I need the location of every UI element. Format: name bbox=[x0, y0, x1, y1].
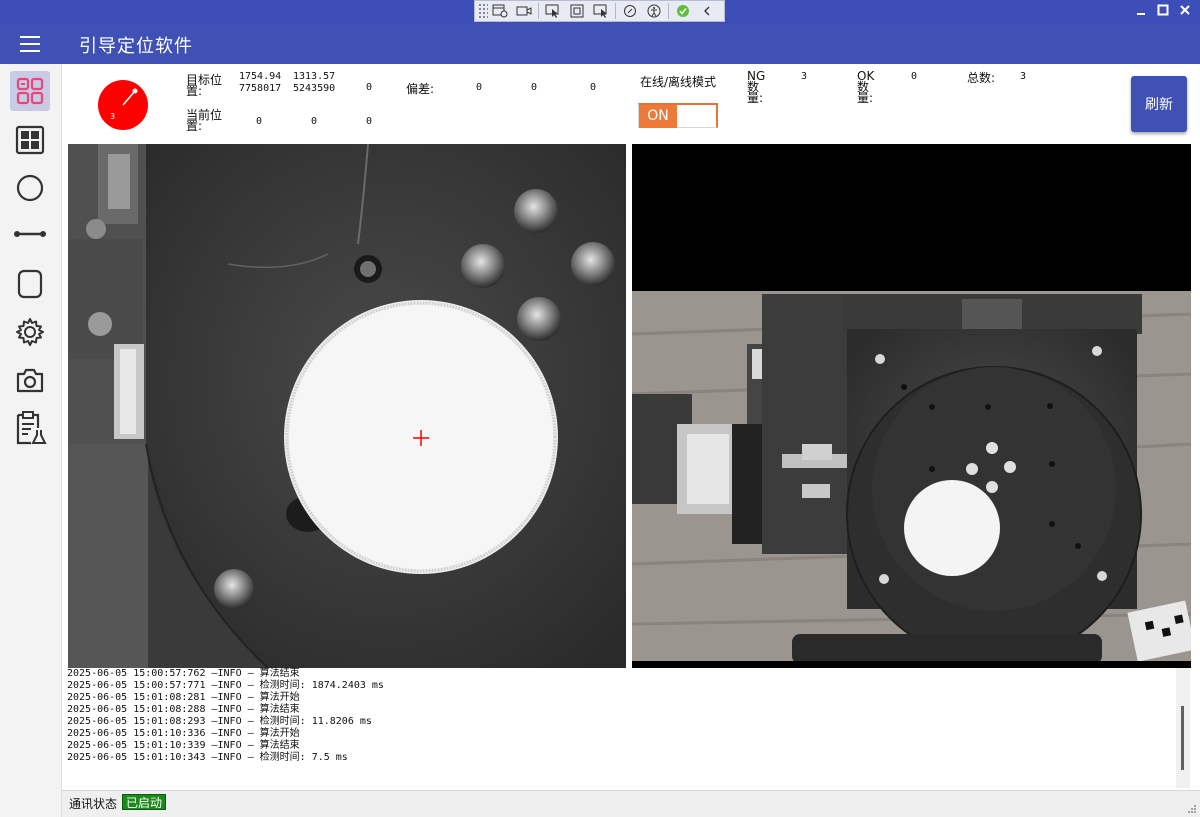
drag-grip-icon[interactable] bbox=[478, 3, 488, 19]
sidebar-item-grid[interactable] bbox=[10, 120, 50, 160]
close-icon[interactable] bbox=[1175, 3, 1195, 21]
minimize-icon[interactable] bbox=[1131, 3, 1151, 21]
log-line: 2025-06-05 15:00:57:771 —INFO — 检测时间: 18… bbox=[67, 680, 384, 691]
settings-window-icon[interactable] bbox=[488, 1, 512, 21]
current-label: 当前位置: bbox=[186, 108, 223, 133]
sidebar-item-settings[interactable] bbox=[10, 312, 50, 352]
deviation-label: 偏差: bbox=[406, 82, 435, 96]
target-y: 1313.57 5243590 bbox=[293, 71, 336, 94]
camera-image-left bbox=[68, 144, 626, 668]
deviation-x: 0 bbox=[476, 82, 483, 93]
sidebar-item-report[interactable] bbox=[10, 408, 50, 448]
target-z: 0 bbox=[366, 82, 373, 93]
toggle-on-label: ON bbox=[639, 105, 677, 128]
log-line: 2025-06-05 15:01:10:343 —INFO — 检测时间: 7.… bbox=[67, 752, 348, 763]
dashboard-icon bbox=[16, 77, 44, 105]
status-bar: 通讯状态 已启动 bbox=[62, 790, 1200, 817]
gear-icon bbox=[16, 318, 44, 346]
app-header: 引导定位软件 bbox=[0, 24, 1200, 64]
fit-window-icon[interactable] bbox=[565, 1, 589, 21]
sidebar-item-camera[interactable] bbox=[10, 360, 50, 400]
current-z: 0 bbox=[366, 116, 373, 127]
info-panel: 3 目标位置: 1754.94 7758017 1313.57 5243590 … bbox=[62, 64, 1200, 144]
camera-view-left[interactable] bbox=[68, 144, 626, 668]
camera-view-right[interactable] bbox=[632, 144, 1191, 668]
refresh-button[interactable]: 刷新 bbox=[1131, 76, 1187, 132]
menu-icon[interactable] bbox=[20, 36, 40, 52]
deviation-y: 0 bbox=[531, 82, 538, 93]
current-y: 0 bbox=[311, 116, 318, 127]
circle-icon bbox=[16, 174, 44, 202]
clipboard-icon bbox=[16, 411, 47, 445]
log-line: 2025-06-05 15:01:08:288 —INFO — 算法结束 bbox=[67, 704, 300, 715]
sidebar-item-line[interactable] bbox=[10, 214, 50, 254]
ok-count-label: OK数量: bbox=[857, 69, 875, 105]
log-scrollbar[interactable] bbox=[1176, 668, 1190, 788]
status-badge: 已启动 bbox=[122, 794, 167, 810]
log-panel[interactable]: 2025-06-05 15:00:57:762 —INFO — 算法结束 202… bbox=[62, 668, 1200, 790]
log-line: 2025-06-05 15:01:08:293 —INFO — 检测时间: 11… bbox=[67, 716, 372, 727]
connected-check-icon[interactable] bbox=[671, 1, 695, 21]
log-line: 2025-06-05 15:01:10:336 —INFO — 算法开始 bbox=[67, 728, 300, 739]
resize-grip-icon[interactable] bbox=[1187, 804, 1197, 814]
log-line: 2025-06-05 15:01:10:339 —INFO — 算法结束 bbox=[67, 740, 300, 751]
line-icon bbox=[14, 231, 46, 237]
status-gauge: 3 bbox=[98, 80, 148, 130]
scroll-thumb[interactable] bbox=[1181, 706, 1184, 770]
collapse-chevron-icon[interactable] bbox=[695, 1, 719, 21]
target-label: 目标位置: bbox=[186, 73, 223, 98]
remote-toolbar bbox=[474, 0, 725, 22]
log-line: 2025-06-05 15:01:08:281 —INFO — 算法开始 bbox=[67, 692, 300, 703]
app-title: 引导定位软件 bbox=[79, 36, 193, 57]
sidebar-item-dashboard[interactable] bbox=[10, 71, 50, 111]
total-count-label: 总数: bbox=[967, 71, 996, 85]
log-line: 2025-06-05 15:00:57:762 —INFO — 算法结束 bbox=[67, 668, 300, 679]
grid-icon bbox=[15, 125, 45, 155]
maximize-icon[interactable] bbox=[1153, 3, 1173, 21]
target-x: 1754.94 7758017 bbox=[239, 71, 282, 94]
ng-count-value: 3 bbox=[801, 71, 808, 82]
camera-icon bbox=[16, 368, 44, 393]
accessibility-icon[interactable] bbox=[642, 1, 666, 21]
deviation-z: 0 bbox=[590, 82, 597, 93]
camera-image-right bbox=[632, 144, 1191, 668]
gauge-value: 3 bbox=[110, 112, 115, 121]
sidebar bbox=[0, 64, 62, 817]
video-camera-icon[interactable] bbox=[512, 1, 536, 21]
online-offline-toggle[interactable]: ON bbox=[638, 103, 718, 128]
window-titlebar bbox=[0, 0, 1200, 24]
current-x: 0 bbox=[256, 116, 263, 127]
ng-count-label: NG数量: bbox=[747, 69, 766, 105]
rounded-square-icon bbox=[17, 269, 43, 299]
select-pointer-icon[interactable] bbox=[541, 1, 565, 21]
ok-count-value: 0 bbox=[911, 71, 918, 82]
sidebar-item-circle[interactable] bbox=[10, 168, 50, 208]
sidebar-item-roi[interactable] bbox=[10, 264, 50, 304]
connection-icon[interactable] bbox=[618, 1, 642, 21]
total-count-value: 3 bbox=[1020, 71, 1027, 82]
remote-pointer-icon[interactable] bbox=[589, 1, 613, 21]
comm-status-label: 通讯状态 bbox=[69, 797, 118, 811]
mode-label: 在线/离线模式 bbox=[640, 75, 717, 89]
